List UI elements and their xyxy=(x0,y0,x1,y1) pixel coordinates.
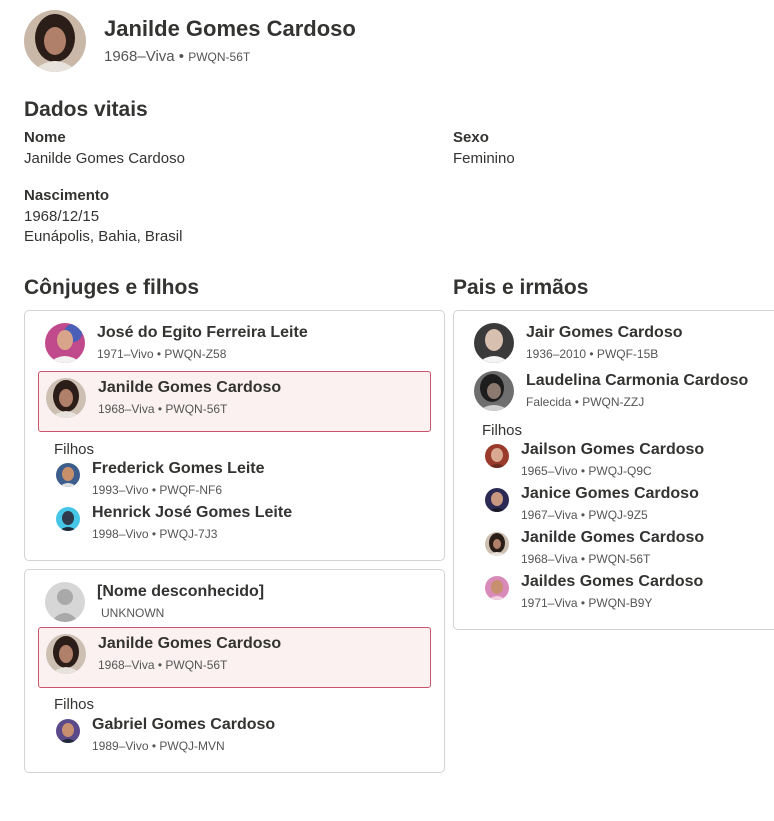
sex-value[interactable]: Feminino xyxy=(453,149,515,169)
father-photo xyxy=(474,323,514,363)
father-entry[interactable]: Jair Gomes Cardoso 1936–2010 • PWQF-15B xyxy=(474,323,683,363)
summary-separator: • xyxy=(174,48,189,65)
sibling-photo xyxy=(485,488,509,512)
sibling-name[interactable]: Janilde Gomes Cardoso xyxy=(521,528,704,548)
parents-card: Jair Gomes Cardoso 1936–2010 • PWQF-15B … xyxy=(453,310,774,630)
person-name: Janilde Gomes Cardoso xyxy=(104,16,356,41)
child-photo xyxy=(56,719,80,743)
children-label: Filhos xyxy=(54,696,95,713)
unknown-person-icon xyxy=(45,582,85,622)
children-label: Filhos xyxy=(54,441,95,458)
family-card: [Nome desconhecido] UNKNOWN Janilde Gome… xyxy=(24,569,445,773)
birth-label: Nascimento xyxy=(24,187,110,204)
person-summary: 1968–Viva • PWQN-56T xyxy=(104,47,356,67)
father-details: 1936–2010 • PWQF-15B xyxy=(526,347,659,361)
sibling-photo xyxy=(485,532,509,556)
spouse-details: 1971–Vivo • PWQN-Z58 xyxy=(97,347,227,361)
children-label: Filhos xyxy=(482,422,523,439)
sibling-name[interactable]: Janice Gomes Cardoso xyxy=(521,484,699,504)
child-entry[interactable]: Frederick Gomes Leite 1993–Vivo • PWQF-N… xyxy=(56,459,265,498)
child-name[interactable]: Frederick Gomes Leite xyxy=(92,459,265,479)
self-name[interactable]: Janilde Gomes Cardoso xyxy=(98,634,281,654)
sibling-details: 1971–Viva • PWQN-B9Y xyxy=(521,596,653,610)
family-card: José do Egito Ferreira Leite 1971–Vivo •… xyxy=(24,310,445,561)
sibling-entry[interactable]: Janilde Gomes Cardoso 1968–Viva • PWQN-5… xyxy=(485,528,704,567)
self-photo xyxy=(46,634,86,674)
mother-name[interactable]: Laudelina Carmonia Cardoso xyxy=(526,371,748,391)
person-lifespan: 1968–Viva xyxy=(104,48,175,65)
mother-photo xyxy=(474,371,514,411)
self-entry[interactable]: Janilde Gomes Cardoso 1968–Viva • PWQN-5… xyxy=(46,634,281,674)
vitals-title: Dados vitais xyxy=(24,98,148,121)
sibling-details: 1968–Viva • PWQN-56T xyxy=(521,552,651,566)
sibling-photo xyxy=(485,444,509,468)
sibling-entry[interactable]: Jailson Gomes Cardoso 1965–Vivo • PWQJ-Q… xyxy=(485,440,704,479)
sibling-entry[interactable]: Janice Gomes Cardoso 1967–Viva • PWQJ-9Z… xyxy=(485,484,699,523)
mother-details: Falecida • PWQN-ZZJ xyxy=(526,395,645,409)
name-value[interactable]: Janilde Gomes Cardoso xyxy=(24,149,185,169)
child-entry[interactable]: Henrick José Gomes Leite 1998–Vivo • PWQ… xyxy=(56,503,292,542)
self-photo xyxy=(46,378,86,418)
sibling-entry[interactable]: Jaildes Gomes Cardoso 1971–Viva • PWQN-B… xyxy=(485,572,703,611)
spouse-name[interactable]: [Nome desconhecido] xyxy=(97,582,264,602)
person-header: Janilde Gomes Cardoso 1968–Viva • PWQN-5… xyxy=(24,10,356,72)
birth-place[interactable]: Eunápolis, Bahia, Brasil xyxy=(24,227,182,247)
sex-label: Sexo xyxy=(453,129,489,146)
self-entry[interactable]: Janilde Gomes Cardoso 1968–Viva • PWQN-5… xyxy=(46,378,281,418)
spouse-details: UNKNOWN xyxy=(101,606,165,620)
sibling-details: 1967–Viva • PWQJ-9Z5 xyxy=(521,508,648,522)
spouse-name[interactable]: José do Egito Ferreira Leite xyxy=(97,323,308,343)
person-id[interactable]: PWQN-56T xyxy=(188,50,250,64)
self-details: 1968–Viva • PWQN-56T xyxy=(98,658,228,672)
spouse-entry[interactable]: [Nome desconhecido] UNKNOWN xyxy=(45,582,264,622)
birth-date[interactable]: 1968/12/15 xyxy=(24,207,99,227)
mother-entry[interactable]: Laudelina Carmonia Cardoso Falecida • PW… xyxy=(474,371,748,411)
name-label: Nome xyxy=(24,129,66,146)
child-details: 1998–Vivo • PWQJ-7J3 xyxy=(92,527,218,541)
child-photo xyxy=(56,507,80,531)
child-photo xyxy=(56,463,80,487)
portrait-photo[interactable] xyxy=(24,10,86,72)
self-name[interactable]: Janilde Gomes Cardoso xyxy=(98,378,281,398)
spouse-photo xyxy=(45,323,85,363)
father-name[interactable]: Jair Gomes Cardoso xyxy=(526,323,683,343)
sibling-name[interactable]: Jaildes Gomes Cardoso xyxy=(521,572,703,592)
self-details: 1968–Viva • PWQN-56T xyxy=(98,402,228,416)
child-details: 1989–Vivo • PWQJ-MVN xyxy=(92,739,225,753)
sibling-photo xyxy=(485,576,509,600)
child-details: 1993–Vivo • PWQF-NF6 xyxy=(92,483,223,497)
sibling-name[interactable]: Jailson Gomes Cardoso xyxy=(521,440,704,460)
spouse-entry[interactable]: José do Egito Ferreira Leite 1971–Vivo •… xyxy=(45,323,308,363)
spouses-title: Cônjuges e filhos xyxy=(24,276,200,299)
child-name[interactable]: Henrick José Gomes Leite xyxy=(92,503,292,523)
sibling-details: 1965–Vivo • PWQJ-Q9C xyxy=(521,464,652,478)
child-name[interactable]: Gabriel Gomes Cardoso xyxy=(92,715,275,735)
parents-title: Pais e irmãos xyxy=(453,276,589,299)
child-entry[interactable]: Gabriel Gomes Cardoso 1989–Vivo • PWQJ-M… xyxy=(56,715,275,754)
